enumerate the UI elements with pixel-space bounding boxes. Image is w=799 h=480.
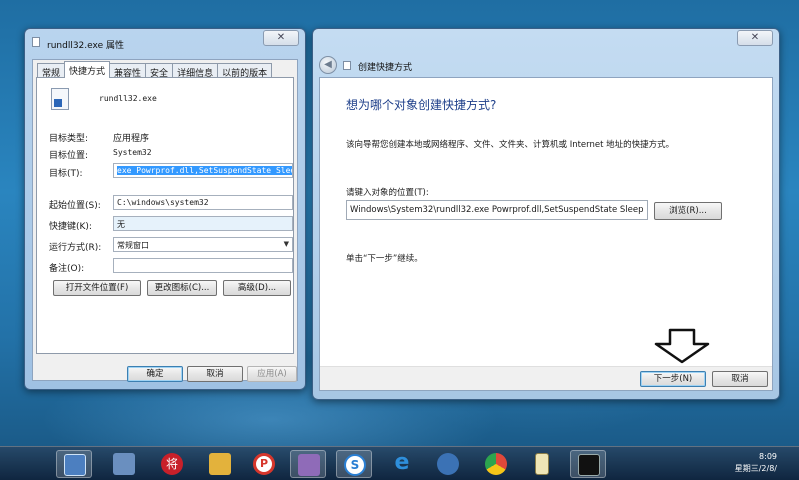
target-location-label: 目标位置: bbox=[49, 151, 89, 161]
chess-app-icon: 将 bbox=[161, 453, 183, 475]
properties-title: rundll32.exe 属性 bbox=[47, 41, 124, 51]
properties-window: rundll32.exe 属性 ✕ 常规 快捷方式 兼容性 安全 详细信息 以前… bbox=[24, 28, 306, 390]
ok-button[interactable]: 确定 bbox=[127, 366, 183, 382]
taskbar-item-folder[interactable] bbox=[202, 450, 238, 478]
taskbar-item-chrome[interactable] bbox=[478, 450, 514, 478]
browse-button[interactable]: 浏览(R)... bbox=[654, 202, 722, 220]
change-icon-button[interactable]: 更改图标(C)... bbox=[147, 280, 217, 296]
wizard-body: 想为哪个对象创建快捷方式? 该向导帮您创建本地或网络程序、文件、文件夹、计算机或… bbox=[319, 77, 773, 391]
folder-icon bbox=[209, 453, 231, 475]
control-panel-icon bbox=[113, 453, 135, 475]
tab-security[interactable]: 安全 bbox=[145, 63, 174, 79]
wizard-title: 创建快捷方式 bbox=[358, 63, 413, 73]
properties-titlebar[interactable]: rundll32.exe 属性 ✕ bbox=[25, 29, 305, 55]
paint-icon bbox=[298, 454, 320, 476]
wizard-cancel-button[interactable]: 取消 bbox=[712, 371, 768, 387]
shortcut-key-label: 快捷键(K): bbox=[49, 222, 92, 232]
wizard-footer: 下一步(N) 取消 bbox=[320, 366, 772, 390]
location-label: 请键入对象的位置(T): bbox=[346, 188, 429, 198]
apply-button[interactable]: 应用(A) bbox=[247, 366, 297, 382]
application-icon bbox=[51, 88, 69, 110]
target-location-value: System32 bbox=[113, 148, 152, 157]
target-value: exe Powrprof.dll,SetSuspendState Sleep bbox=[117, 166, 292, 175]
taskbar-item-desktop[interactable] bbox=[56, 450, 92, 478]
system-clock[interactable]: 8:09 星期三/2/8/ bbox=[735, 451, 777, 475]
cancel-button[interactable]: 取消 bbox=[187, 366, 243, 382]
taskbar-item-settings[interactable] bbox=[430, 450, 466, 478]
comment-field[interactable] bbox=[113, 258, 293, 273]
wizard-close-button[interactable]: ✕ bbox=[737, 30, 773, 46]
create-shortcut-wizard: ✕ ◀ 创建快捷方式 想为哪个对象创建快捷方式? 该向导帮您创建本地或网络程序、… bbox=[312, 28, 780, 400]
clock-time: 8:09 bbox=[759, 452, 777, 461]
shortcut-key-field[interactable]: 无 bbox=[113, 216, 293, 231]
run-select[interactable]: 常规窗口 bbox=[113, 237, 293, 252]
target-field[interactable]: exe Powrprof.dll,SetSuspendState Sleep bbox=[113, 163, 293, 178]
tab-details[interactable]: 详细信息 bbox=[172, 63, 219, 79]
file-name: rundll32.exe bbox=[99, 94, 157, 103]
taskbar-item-ie[interactable]: e bbox=[384, 450, 420, 478]
properties-body: 常规 快捷方式 兼容性 安全 详细信息 以前的版本 rundll32.exe 目… bbox=[32, 59, 298, 382]
run-label: 运行方式(R): bbox=[49, 243, 102, 253]
next-button[interactable]: 下一步(N) bbox=[640, 371, 706, 387]
ie-icon: e bbox=[394, 450, 410, 475]
properties-tabs: 常规 快捷方式 兼容性 安全 详细信息 以前的版本 bbox=[37, 61, 273, 79]
taskbar-item-cmd[interactable] bbox=[570, 450, 606, 478]
taskbar-item-sogou[interactable]: S bbox=[336, 450, 372, 478]
target-type-value: 应用程序 bbox=[113, 134, 150, 144]
notepad-icon bbox=[535, 453, 549, 475]
target-type-label: 目标类型: bbox=[49, 134, 89, 144]
file-icon bbox=[32, 37, 40, 47]
shortcut-panel: rundll32.exe 目标类型: 应用程序 目标位置: System32 目… bbox=[36, 77, 294, 354]
back-arrow-icon[interactable]: ◀ bbox=[319, 56, 337, 74]
taskbar-item-paint[interactable] bbox=[290, 450, 326, 478]
taskbar: 将 P S e 8:09 星期三/2/8/ bbox=[0, 446, 799, 480]
location-input[interactable]: Windows\System32\rundll32.exe Powrprof.d… bbox=[346, 200, 648, 220]
wizard-heading: 想为哪个对象创建快捷方式? bbox=[346, 98, 497, 112]
tab-previous-versions[interactable]: 以前的版本 bbox=[217, 63, 273, 79]
wizard-description: 该向导帮您创建本地或网络程序、文件、文件夹、计算机或 Internet 地址的快… bbox=[346, 140, 675, 150]
tab-compatibility[interactable]: 兼容性 bbox=[109, 63, 147, 79]
wizard-titlebar[interactable]: ✕ ◀ 创建快捷方式 bbox=[313, 29, 779, 77]
close-button[interactable]: ✕ bbox=[263, 30, 299, 46]
open-file-location-button[interactable]: 打开文件位置(F) bbox=[53, 280, 141, 296]
comment-label: 备注(O): bbox=[49, 264, 85, 274]
cmd-icon bbox=[578, 454, 600, 476]
start-in-field[interactable]: C:\windows\system32 bbox=[113, 195, 293, 210]
shortcut-icon bbox=[343, 61, 351, 70]
target-location-row: 目标位置: System32 bbox=[49, 148, 152, 161]
clock-date: 星期三/2/8/ bbox=[734, 464, 777, 473]
down-arrow-icon bbox=[654, 328, 710, 364]
target-label: 目标(T): bbox=[49, 169, 83, 179]
advanced-button[interactable]: 高级(D)... bbox=[223, 280, 291, 296]
tab-shortcut[interactable]: 快捷方式 bbox=[64, 61, 111, 78]
taskbar-item-p-app[interactable]: P bbox=[246, 450, 282, 478]
tab-general[interactable]: 常规 bbox=[37, 63, 66, 79]
settings-icon bbox=[437, 453, 459, 475]
sogou-icon: S bbox=[344, 454, 366, 476]
start-in-label: 起始位置(S): bbox=[49, 201, 101, 211]
desktop-icon bbox=[64, 454, 86, 476]
target-type-row: 目标类型: 应用程序 bbox=[49, 131, 149, 144]
taskbar-item-control-panel[interactable] bbox=[106, 450, 142, 478]
continue-hint: 单击“下一步”继续。 bbox=[346, 254, 423, 264]
p-app-icon: P bbox=[253, 453, 275, 475]
chrome-icon bbox=[485, 453, 507, 475]
taskbar-item-chess[interactable]: 将 bbox=[154, 450, 190, 478]
taskbar-item-notepad[interactable] bbox=[524, 450, 560, 478]
